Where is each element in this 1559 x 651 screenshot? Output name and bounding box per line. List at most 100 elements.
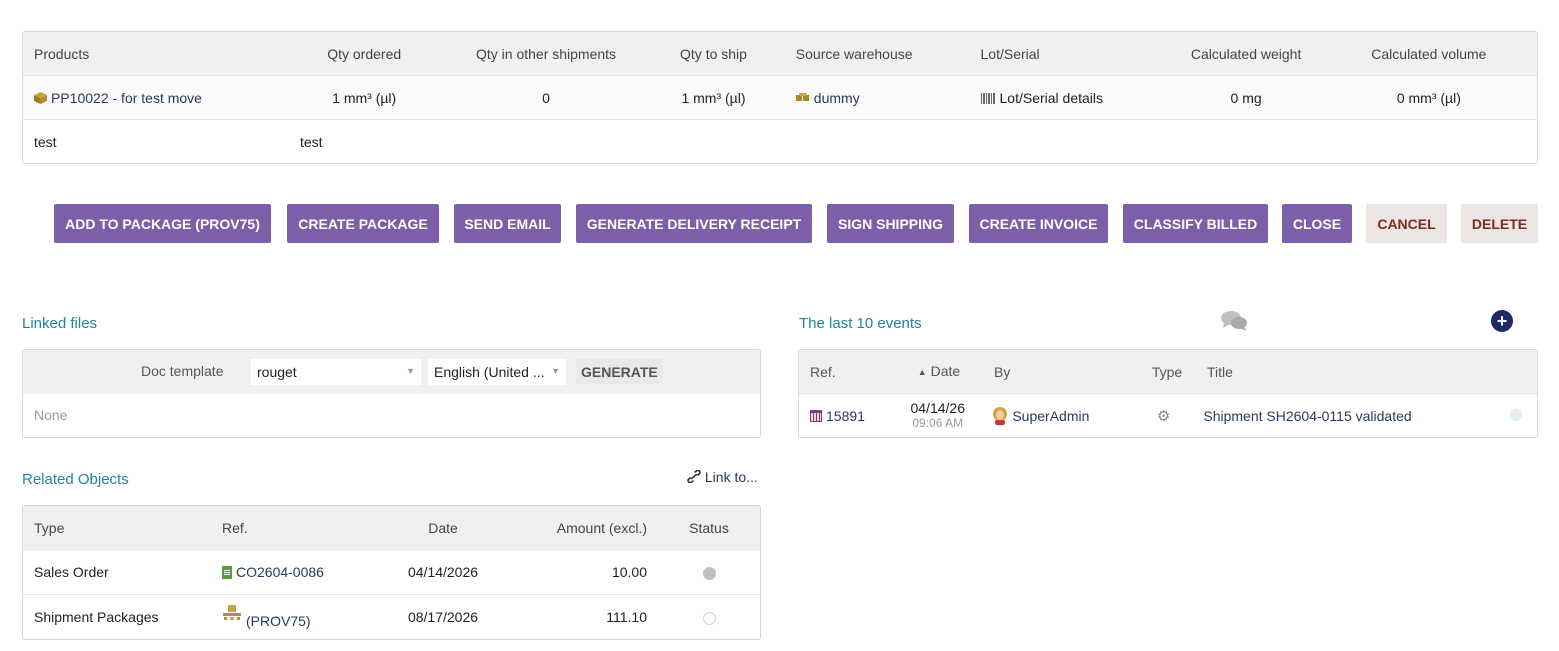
header-date: Date bbox=[428, 519, 458, 536]
product-cell: PP10022 - for test move bbox=[23, 90, 279, 106]
generate-delivery-receipt-button[interactable]: GENERATE DELIVERY RECEIPT bbox=[576, 204, 812, 243]
table-row: Sales Order CO2604-0086 04/14/2026 10.00 bbox=[23, 549, 760, 594]
action-bar: ADD TO PACKAGE (PROV75) CREATE PACKAGE S… bbox=[0, 204, 1559, 243]
products-table-header: Products Qty ordered Qty in other shipme… bbox=[23, 32, 1537, 75]
calendar-icon bbox=[810, 410, 822, 422]
order-ref-link[interactable]: CO2604-0086 bbox=[236, 564, 324, 580]
generate-button[interactable]: GENERATE bbox=[576, 359, 663, 384]
event-status-cell bbox=[1499, 408, 1537, 424]
table-row: Shipment Packages (PROV75) 08/17/2026 11… bbox=[23, 594, 760, 639]
doc-template-select[interactable]: rouget ▼ bbox=[251, 359, 421, 385]
object-type: Shipment Packages bbox=[34, 609, 159, 625]
sign-shipping-button[interactable]: SIGN SHIPPING bbox=[827, 204, 954, 243]
no-files-text: None bbox=[34, 407, 68, 423]
event-type-cell: ⚙ bbox=[1135, 407, 1193, 425]
user-link[interactable]: SuperAdmin bbox=[1012, 408, 1089, 424]
header-ref: Ref. bbox=[222, 519, 248, 536]
header-ref[interactable]: Ref. bbox=[799, 364, 895, 380]
header-type: Type bbox=[34, 519, 65, 536]
table-row: PP10022 - for test move 1 mm³ (µl) 0 1 m… bbox=[23, 75, 1537, 119]
events-title: The last 10 events bbox=[799, 315, 922, 332]
description-cell: test bbox=[34, 133, 57, 150]
header-type[interactable]: Type bbox=[1138, 364, 1196, 380]
header-products[interactable]: Products bbox=[23, 46, 279, 62]
table-row: test test bbox=[23, 119, 1537, 163]
status-cell bbox=[658, 564, 760, 580]
warehouse-cell: dummy bbox=[785, 90, 970, 106]
language-select[interactable]: English (United ... ▼ bbox=[428, 359, 566, 385]
header-date[interactable]: ▲ Date bbox=[895, 362, 983, 380]
header-calc-weight[interactable]: Calculated weight bbox=[1171, 46, 1320, 62]
header-status: Status bbox=[689, 519, 729, 536]
link-to-link[interactable]: Link to... bbox=[687, 469, 758, 485]
object-type: Sales Order bbox=[34, 564, 109, 580]
classify-billed-button[interactable]: CLASSIFY BILLED bbox=[1123, 204, 1268, 243]
package-ref-link[interactable]: (PROV75) bbox=[246, 613, 311, 629]
related-objects-table: Type Ref. Date Amount (excl.) Status Sal… bbox=[22, 505, 761, 640]
event-title-link[interactable]: Shipment SH2604-0115 validated bbox=[1203, 408, 1411, 424]
package-pallet-icon bbox=[223, 605, 241, 620]
gear-icon: ⚙ bbox=[1156, 408, 1171, 425]
header-qty-other[interactable]: Qty in other shipments bbox=[450, 46, 642, 62]
warehouse-link[interactable]: dummy bbox=[814, 90, 860, 106]
event-ref-cell: 15891 bbox=[799, 408, 894, 424]
event-time: 09:06 AM bbox=[912, 416, 964, 430]
qty-other-value: 0 bbox=[542, 89, 550, 106]
events-table: Ref. ▲ Date By Type Title 15891 04/14/26… bbox=[798, 349, 1538, 438]
events-header: Ref. ▲ Date By Type Title bbox=[799, 350, 1537, 393]
add-to-package-button[interactable]: ADD TO PACKAGE (PROV75) bbox=[54, 204, 271, 243]
products-table: Products Qty ordered Qty in other shipme… bbox=[22, 31, 1538, 164]
lot-serial-cell: Lot/Serial details bbox=[970, 90, 1172, 106]
calc-weight-value: 0 mg bbox=[1230, 89, 1262, 106]
object-ref-cell: CO2604-0086 bbox=[211, 564, 373, 580]
object-ref-cell: (PROV75) bbox=[211, 605, 373, 629]
sort-up-icon: ▲ bbox=[917, 366, 927, 377]
event-date: 04/14/26 bbox=[910, 400, 965, 416]
header-calc-volume[interactable]: Calculated volume bbox=[1321, 46, 1537, 62]
lot-serial-details: Lot/Serial details bbox=[999, 89, 1104, 106]
create-invoice-button[interactable]: CREATE INVOICE bbox=[969, 204, 1108, 243]
linked-files-title: Linked files bbox=[22, 315, 98, 332]
header-qty-to-ship[interactable]: Qty to ship bbox=[642, 46, 785, 62]
event-date-cell: 04/14/26 09:06 AM bbox=[894, 401, 981, 431]
status-cell bbox=[658, 609, 760, 625]
object-date: 04/14/2026 bbox=[407, 564, 479, 580]
chevron-down-icon: ▼ bbox=[406, 366, 415, 376]
event-by-cell: SuperAdmin bbox=[981, 407, 1134, 425]
user-avatar-icon bbox=[993, 407, 1008, 425]
linked-files-panel: Doc template rouget ▼ English (United ..… bbox=[22, 349, 761, 438]
link-icon bbox=[687, 469, 701, 484]
header-qty-ordered[interactable]: Qty ordered bbox=[279, 46, 450, 62]
status-dot-icon bbox=[1509, 409, 1522, 421]
header-amount: Amount (excl.) bbox=[556, 519, 647, 536]
cancel-button[interactable]: CANCEL bbox=[1366, 204, 1447, 243]
header-title[interactable]: Title bbox=[1196, 364, 1506, 380]
object-amount: 111.10 bbox=[606, 609, 647, 625]
create-package-button[interactable]: CREATE PACKAGE bbox=[287, 204, 439, 243]
doc-template-label: Doc template bbox=[141, 363, 224, 379]
send-email-button[interactable]: SEND EMAIL bbox=[454, 204, 561, 243]
product-box-icon bbox=[34, 91, 47, 104]
calc-volume-value: 0 mm³ (µl) bbox=[1396, 89, 1461, 106]
event-title-cell: Shipment SH2604-0115 validated bbox=[1192, 408, 1499, 424]
header-source-warehouse[interactable]: Source warehouse bbox=[785, 46, 970, 62]
add-event-icon[interactable]: + bbox=[1491, 310, 1513, 332]
object-date: 08/17/2026 bbox=[407, 609, 479, 625]
status-dot-icon bbox=[702, 611, 716, 625]
doc-template-value: rouget bbox=[257, 364, 297, 380]
barcode-icon bbox=[980, 92, 996, 104]
language-value: English (United ... bbox=[434, 364, 545, 380]
close-button[interactable]: CLOSE bbox=[1282, 204, 1352, 243]
header-by[interactable]: By bbox=[983, 364, 1138, 380]
header-lot-serial[interactable]: Lot/Serial bbox=[970, 46, 1172, 62]
header-date-label: Date bbox=[930, 362, 961, 379]
description-cell-2: test bbox=[300, 133, 323, 150]
product-link[interactable]: PP10022 - for test move bbox=[51, 90, 202, 106]
qty-ordered-value: 1 mm³ (µl) bbox=[332, 89, 397, 106]
related-objects-title: Related Objects bbox=[22, 471, 129, 488]
qty-to-ship-value: 1 mm³ (µl) bbox=[681, 89, 746, 106]
chat-bubbles-icon[interactable] bbox=[1221, 310, 1248, 332]
event-ref-link[interactable]: 15891 bbox=[826, 408, 865, 424]
delete-button[interactable]: DELETE bbox=[1461, 204, 1538, 243]
linked-files-header: Doc template rouget ▼ English (United ..… bbox=[23, 350, 760, 394]
